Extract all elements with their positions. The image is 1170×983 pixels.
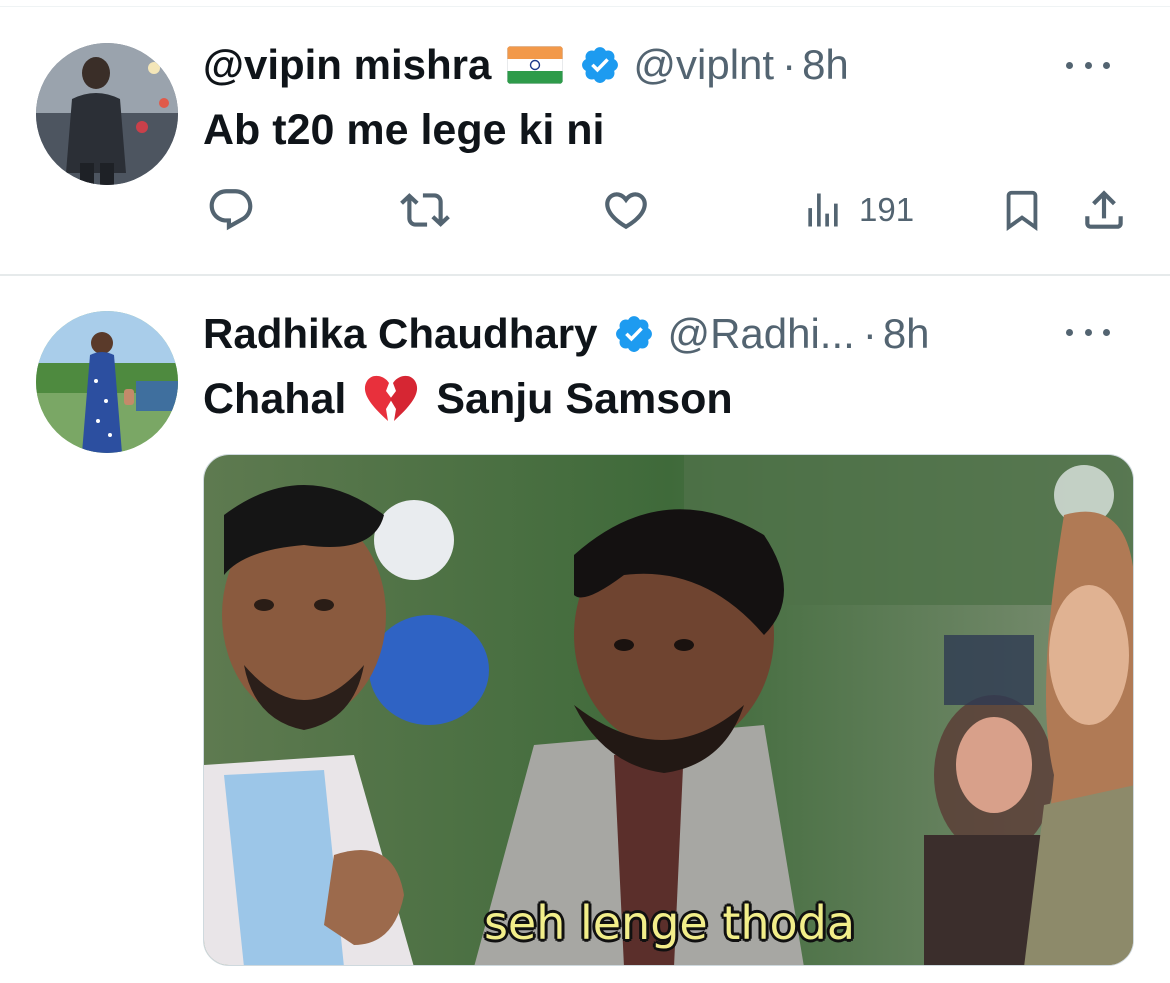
display-name[interactable]: Radhika Chaudhary — [203, 309, 597, 359]
broken-heart-emoji-icon — [362, 373, 418, 425]
avatar[interactable] — [36, 43, 178, 185]
reply-icon — [209, 189, 253, 231]
dot-icon — [1103, 61, 1110, 69]
separator-dot: · — [782, 41, 797, 88]
meme-image — [204, 455, 1133, 965]
separator-dot: · — [862, 310, 877, 357]
like-button[interactable] — [601, 185, 651, 235]
dot-icon — [1103, 328, 1110, 336]
tweet[interactable]: @vipin mishra @viplnt · 8h Ab t20 me leg… — [0, 0, 1170, 276]
timestamp[interactable]: 8h — [883, 309, 930, 359]
dot-icon — [1066, 61, 1073, 69]
user-handle[interactable]: @Radhi... — [667, 309, 854, 359]
display-name[interactable]: @vipin mishra — [203, 40, 491, 90]
views-button[interactable]: 191 — [801, 185, 914, 235]
retweet-button[interactable] — [400, 185, 450, 235]
tweet-header: @vipin mishra @viplnt · 8h — [203, 40, 849, 90]
tweet-media[interactable]: seh lenge thoda — [203, 454, 1134, 966]
tweet-text-part: Sanju Samson — [436, 375, 733, 423]
tweet-header: Radhika Chaudhary @Radhi... · 8h — [203, 309, 930, 359]
avatar-photo — [36, 311, 178, 453]
verified-badge-icon[interactable] — [613, 313, 655, 355]
meme-subtitle: seh lenge thoda — [483, 896, 856, 950]
reply-button[interactable] — [206, 185, 256, 235]
bookmark-icon — [1006, 190, 1038, 231]
tweet[interactable]: Radhika Chaudhary @Radhi... · 8h Chahal … — [0, 276, 1170, 983]
more-options-icon[interactable] — [1066, 53, 1110, 77]
dot-icon — [1084, 328, 1092, 336]
avatar[interactable] — [36, 311, 178, 453]
verified-badge-icon[interactable] — [579, 44, 621, 86]
share-button[interactable] — [1079, 185, 1129, 235]
views-count: 191 — [859, 191, 915, 228]
tweet-text: Chahal Sanju Samson — [203, 373, 733, 425]
tweet-text-part: Chahal — [203, 375, 347, 423]
dot-icon — [1066, 328, 1073, 336]
heart-icon — [605, 192, 647, 230]
bookmark-button[interactable] — [999, 185, 1045, 235]
user-handle[interactable]: @viplnt — [633, 40, 774, 90]
timestamp[interactable]: 8h — [802, 40, 849, 90]
tweet-actions: 191 — [203, 185, 1143, 235]
views-icon — [808, 193, 838, 227]
tweet-text: Ab t20 me lege ki ni — [203, 106, 605, 154]
india-flag-icon — [507, 46, 564, 84]
retweet-icon — [400, 193, 450, 227]
dot-icon — [1084, 61, 1092, 69]
more-options-icon[interactable] — [1066, 320, 1110, 344]
avatar-photo — [36, 43, 178, 185]
share-icon — [1085, 190, 1123, 229]
